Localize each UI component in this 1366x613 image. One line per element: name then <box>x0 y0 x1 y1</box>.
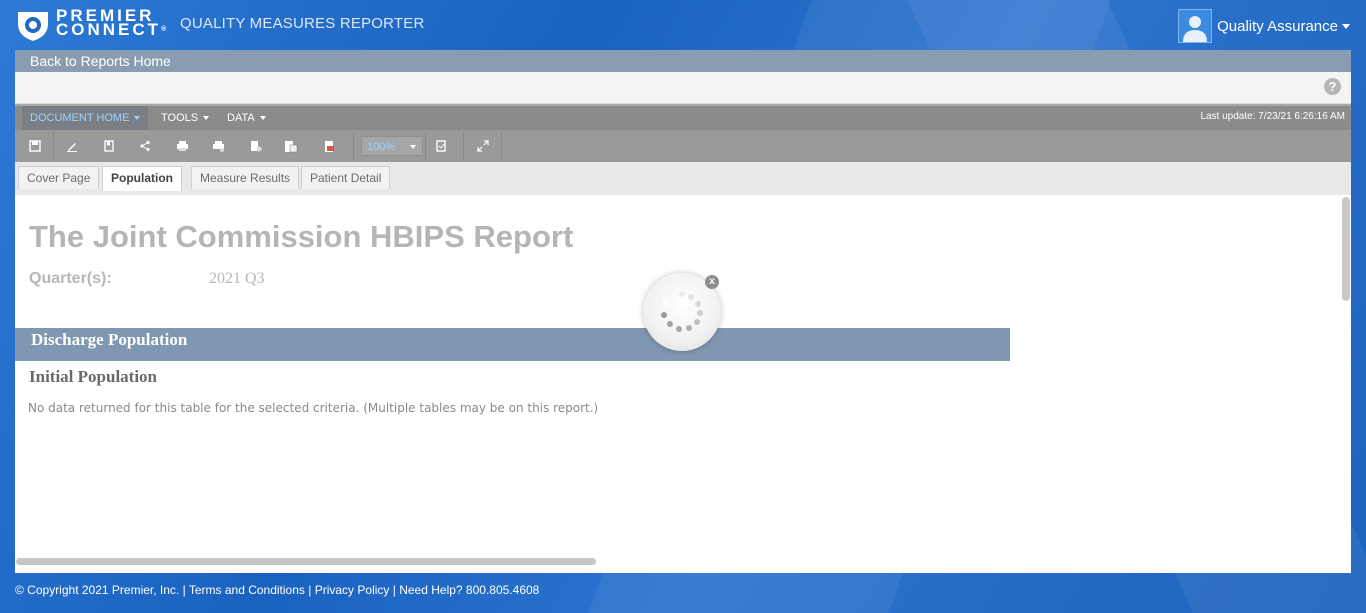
share-icon[interactable] <box>135 136 155 156</box>
chevron-down-icon <box>259 116 266 121</box>
footer-separator: | <box>308 583 312 597</box>
menu-data[interactable]: DATA <box>219 106 274 130</box>
export-icon[interactable] <box>245 136 265 156</box>
footer-separator: | <box>392 583 396 597</box>
quarter-value: 2021 Q3 <box>209 270 265 287</box>
user-name: Quality Assurance <box>1217 17 1338 35</box>
vertical-scrollbar[interactable] <box>1342 197 1350 301</box>
excel-icon[interactable] <box>281 136 301 156</box>
terms-link[interactable]: Terms and Conditions <box>189 583 305 597</box>
menu-tools[interactable]: TOOLS <box>153 106 217 130</box>
bookmark-icon[interactable] <box>99 136 119 156</box>
toolbar-divider <box>53 132 54 160</box>
report-content: The Joint Commission HBIPS Report Quarte… <box>15 195 1351 573</box>
brand-line2: CONNECT <box>56 20 162 39</box>
print-icon[interactable] <box>172 136 192 156</box>
fullscreen-icon[interactable] <box>473 136 493 156</box>
user-menu[interactable]: Quality Assurance <box>1178 9 1350 43</box>
chevron-down-icon <box>134 116 141 121</box>
toolbar-divider <box>501 132 502 160</box>
report-tabs: Cover Page Population Measure Results Pa… <box>15 162 1351 196</box>
avatar <box>1178 9 1213 43</box>
subsection-title: Initial Population <box>29 367 158 386</box>
chevron-down-icon <box>203 116 210 121</box>
edit-icon[interactable] <box>62 136 82 156</box>
chevron-down-icon <box>410 145 416 149</box>
footer-separator: | <box>182 583 186 597</box>
last-update: Last update: 7/23/21 6:26:16 AM <box>1200 111 1345 122</box>
menu-label: DOCUMENT HOME <box>30 112 130 124</box>
toolbar-divider <box>425 132 426 160</box>
toolbar-divider <box>463 132 464 160</box>
help-contact: Need Help? 800.805.4608 <box>399 583 540 597</box>
footer-copyright: © Copyright 2021 Premier, Inc. <box>15 583 180 597</box>
report-title: The Joint Commission HBIPS Report <box>29 219 574 254</box>
user-avatar-icon <box>1183 16 1208 42</box>
premier-logo-icon <box>18 12 48 41</box>
print-preview-icon[interactable] <box>208 136 228 156</box>
back-to-reports-link[interactable]: Back to Reports Home <box>15 50 1351 72</box>
horizontal-scrollbar[interactable] <box>16 558 596 565</box>
section-header: Discharge Population <box>15 328 1010 361</box>
menu-label: DATA <box>227 112 255 124</box>
menu-label: TOOLS <box>161 112 199 124</box>
menu-bar: DOCUMENT HOME TOOLS DATA Last update: 7/… <box>15 104 1351 130</box>
no-data-message: No data returned for this table for the … <box>28 401 599 415</box>
spinner-close-button[interactable]: x <box>705 275 719 289</box>
tab-population[interactable]: Population <box>102 166 182 191</box>
toolbar: 100% <box>15 130 1351 162</box>
brand-registered: ® <box>161 26 167 33</box>
footer: © Copyright 2021 Premier, Inc. | Terms a… <box>15 583 539 597</box>
zoom-value: 100% <box>367 141 396 153</box>
top-header: PREMIER CONNECT® QUALITY MEASURES REPORT… <box>0 0 1366 50</box>
menu-document-home[interactable]: DOCUMENT HOME <box>22 106 149 130</box>
zoom-select[interactable]: 100% <box>361 136 423 156</box>
save-icon[interactable] <box>25 136 45 156</box>
refresh-icon[interactable] <box>431 136 451 156</box>
privacy-link[interactable]: Privacy Policy <box>315 583 390 597</box>
report-frame: Back to Reports Home ? DOCUMENT HOME TOO… <box>15 50 1351 573</box>
tab-measure-results[interactable]: Measure Results <box>191 166 300 189</box>
help-bar: ? <box>15 72 1351 104</box>
chevron-down-icon <box>1342 23 1350 29</box>
quarter-label: Quarter(s): <box>29 270 112 287</box>
help-icon[interactable]: ? <box>1324 78 1341 95</box>
brand-wordmark: PREMIER CONNECT® <box>56 7 167 39</box>
app-title: QUALITY MEASURES REPORTER <box>180 15 425 32</box>
tab-patient-detail[interactable]: Patient Detail <box>301 166 391 189</box>
pdf-icon[interactable] <box>319 136 339 156</box>
toolbar-divider <box>353 132 354 160</box>
tab-cover-page[interactable]: Cover Page <box>18 166 100 189</box>
